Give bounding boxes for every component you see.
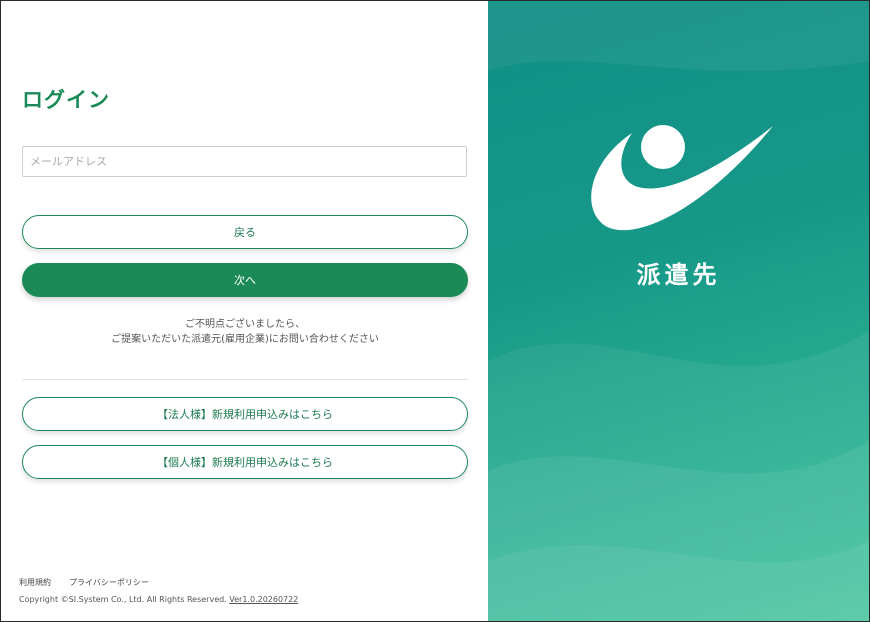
email-field[interactable] [22, 146, 467, 177]
person-swoosh-logo-icon [591, 125, 773, 231]
page-title: ログイン [22, 88, 110, 112]
contact-notice: ご不明点ございましたら、 ご提案いただいた派遣元(雇用企業)にお問い合わせくださ… [22, 317, 468, 347]
corporate-signup-button[interactable]: 【法人様】新規利用申込みはこちら [22, 397, 468, 431]
login-panel: ログイン 戻る 次へ ご不明点ございましたら、 ご提案いただいた派遣元(雇用企業… [1, 1, 488, 621]
back-button[interactable]: 戻る [22, 215, 468, 249]
terms-link[interactable]: 利用規約 [19, 577, 51, 588]
footer-links: 利用規約 プライバシーポリシー [19, 577, 149, 588]
app-frame: ログイン 戻る 次へ ご不明点ございましたら、 ご提案いただいた派遣元(雇用企業… [0, 0, 870, 622]
divider [22, 379, 468, 380]
version-link[interactable]: Ver1.0.20260722 [229, 595, 298, 604]
brand-panel: 派遣先 [488, 1, 869, 621]
privacy-link[interactable]: プライバシーポリシー [69, 577, 149, 588]
notice-line-2: ご提案いただいた派遣元(雇用企業)にお問い合わせください [111, 334, 379, 345]
next-button[interactable]: 次へ [22, 263, 468, 297]
wave-background [488, 1, 869, 621]
individual-signup-button[interactable]: 【個人様】新規利用申込みはこちら [22, 445, 468, 479]
notice-line-1: ご不明点ございましたら、 [185, 319, 305, 330]
copyright: Copyright ©SI.System Co., Ltd. All Right… [19, 595, 298, 604]
brand-name: 派遣先 [636, 261, 721, 289]
copyright-text: Copyright ©SI.System Co., Ltd. All Right… [19, 595, 230, 604]
